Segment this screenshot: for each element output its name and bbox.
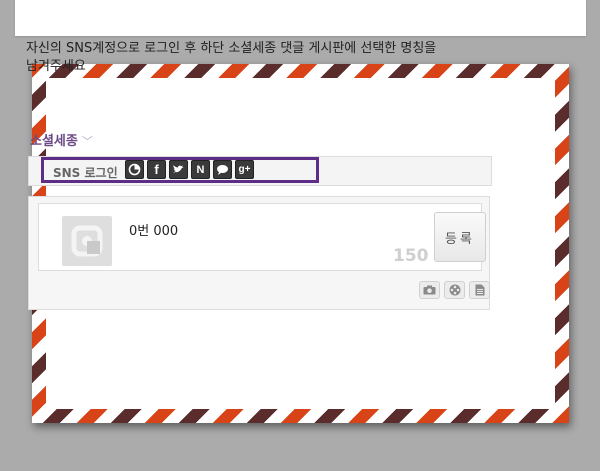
camera-icon[interactable] bbox=[419, 281, 440, 299]
avatar bbox=[62, 216, 112, 266]
intro-line-1: 자신의 SNS계정으로 로그인 후 하단 소셜세종 댓글 게시판에 선택한 명칭… bbox=[26, 41, 437, 56]
comment-user-name: 0번 000 bbox=[129, 224, 179, 239]
document-icon[interactable] bbox=[469, 281, 490, 299]
naver-icon[interactable]: N bbox=[191, 160, 210, 179]
video-reel-icon[interactable] bbox=[444, 281, 465, 299]
chevron-down-icon: ﹀ bbox=[81, 135, 93, 148]
intro-text: 자신의 SNS계정으로 로그인 후 하단 소셜세종 댓글 게시판에 선택한 명칭… bbox=[26, 40, 446, 76]
register-button[interactable]: 등록 bbox=[434, 212, 486, 262]
comment-tools bbox=[419, 281, 490, 299]
char-count: 150 bbox=[393, 246, 429, 266]
intro-line-2: 남겨주세요 bbox=[26, 59, 86, 74]
section-title[interactable]: 소셜세종 ﹀ bbox=[30, 130, 93, 149]
sns-icon-group: f N g+ bbox=[125, 160, 254, 179]
sns-circle-icon[interactable] bbox=[125, 160, 144, 179]
sns-login-label: SNS 로그인 bbox=[53, 166, 118, 180]
facebook-icon[interactable]: f bbox=[147, 160, 166, 179]
twitter-icon[interactable] bbox=[169, 160, 188, 179]
google-plus-icon[interactable]: g+ bbox=[235, 160, 254, 179]
avatar-placeholder-icon bbox=[71, 225, 103, 257]
chat-bubble-icon[interactable] bbox=[213, 160, 232, 179]
top-panel bbox=[15, 0, 586, 36]
section-title-label: 소셜세종 bbox=[30, 134, 78, 149]
